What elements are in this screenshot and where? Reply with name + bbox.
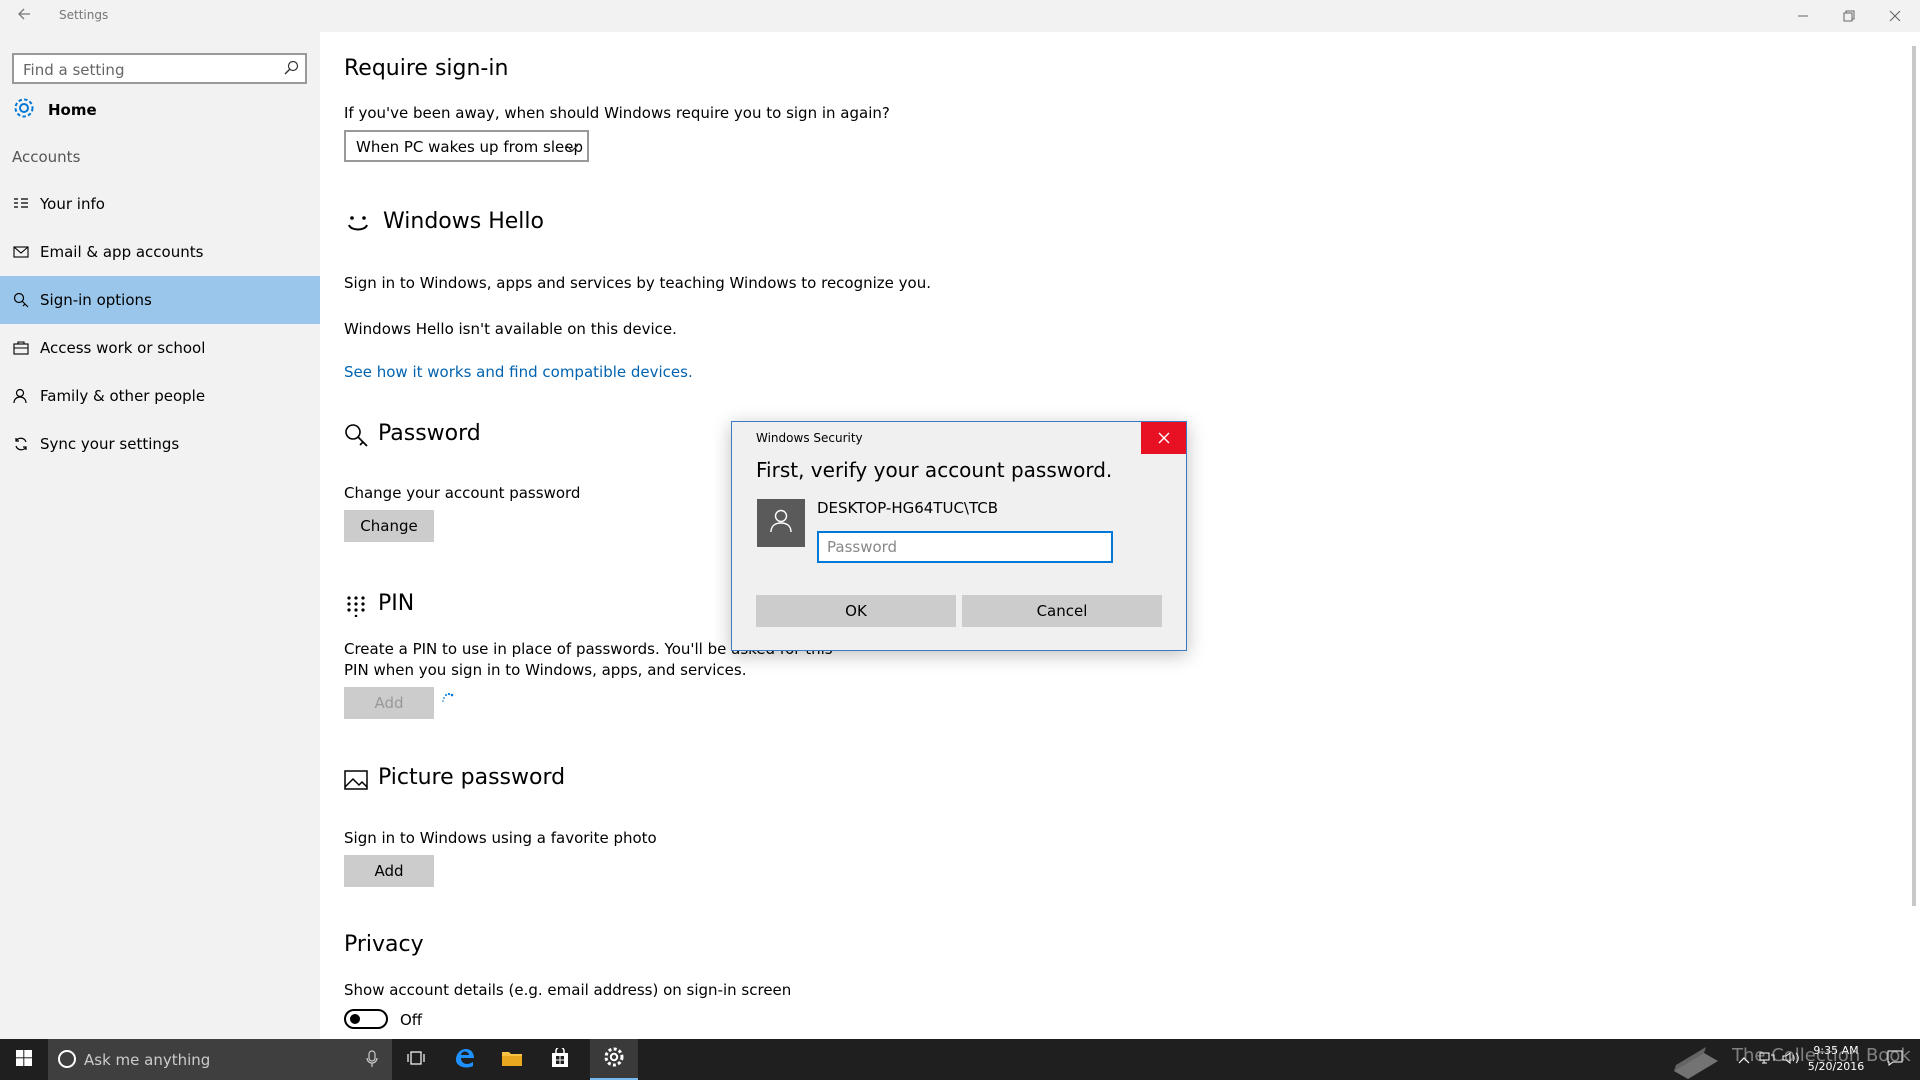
mail-icon bbox=[12, 243, 30, 261]
privacy-toggle-state: Off bbox=[400, 1011, 423, 1029]
watermark-text: The Collection Book bbox=[1732, 1045, 1911, 1066]
windows-hello-unavailable: Windows Hello isn't available on this de… bbox=[344, 320, 677, 338]
taskbar-edge[interactable] bbox=[440, 1039, 488, 1080]
microphone-icon[interactable] bbox=[366, 1050, 378, 1068]
avatar bbox=[757, 499, 805, 547]
taskbar-settings[interactable] bbox=[590, 1039, 638, 1080]
chevron-down-icon bbox=[565, 140, 579, 154]
edge-icon bbox=[453, 1047, 475, 1073]
change-password-button[interactable]: Change bbox=[344, 510, 434, 542]
accounts-group-title: Accounts bbox=[12, 148, 81, 166]
sidebar-item-your-info[interactable]: Your info bbox=[0, 180, 320, 228]
cancel-button[interactable]: Cancel bbox=[962, 595, 1162, 627]
title-bar: Settings bbox=[0, 0, 1920, 32]
sidebar-item-sign-in-options[interactable]: Sign-in options bbox=[0, 276, 320, 324]
keypad-icon bbox=[346, 595, 370, 619]
sidebar-item-family[interactable]: Family & other people bbox=[0, 372, 320, 420]
window-title: Settings bbox=[59, 8, 109, 22]
scrollbar-thumb[interactable] bbox=[1912, 46, 1916, 906]
store-icon bbox=[550, 1045, 570, 1072]
picture-icon bbox=[344, 770, 368, 794]
sidebar-item-label: Access work or school bbox=[40, 339, 206, 357]
sidebar-item-work-school[interactable]: Access work or school bbox=[0, 324, 320, 372]
book-icon bbox=[1670, 1041, 1722, 1080]
windows-hello-desc: Sign in to Windows, apps and services by… bbox=[344, 274, 931, 292]
watermark-overlay: The Collection Book bbox=[1670, 1039, 1911, 1080]
minimize-button[interactable] bbox=[1780, 0, 1826, 32]
key-icon bbox=[344, 423, 368, 447]
privacy-desc: Show account details (e.g. email address… bbox=[344, 981, 792, 999]
password-desc: Change your account password bbox=[344, 484, 581, 502]
person-icon bbox=[12, 387, 30, 405]
taskbar-store[interactable] bbox=[536, 1039, 584, 1080]
pin-title: PIN bbox=[378, 591, 415, 616]
password-title: Password bbox=[378, 421, 481, 446]
sidebar-item-sync[interactable]: Sync your settings bbox=[0, 420, 320, 468]
taskbar: Ask me anything 9:35 AM 5/20/2016 bbox=[0, 1039, 1920, 1080]
gear-icon bbox=[12, 96, 36, 124]
folder-icon bbox=[501, 1049, 523, 1071]
require-signin-question: If you've been away, when should Windows… bbox=[344, 104, 890, 122]
search-icon[interactable] bbox=[283, 60, 299, 76]
smiley-icon bbox=[346, 212, 370, 236]
watermark bbox=[0, 1039, 240, 1080]
dialog-heading: First, verify your account password. bbox=[756, 458, 1113, 482]
sidebar-item-label: Email & app accounts bbox=[40, 243, 204, 261]
picture-password-title: Picture password bbox=[378, 765, 566, 790]
account-name: DESKTOP-HG64TUC\TCB bbox=[817, 499, 999, 517]
key-icon bbox=[12, 291, 30, 309]
loading-spinner-icon bbox=[440, 692, 456, 708]
home-label: Home bbox=[48, 101, 97, 119]
add-pin-button[interactable]: Add bbox=[344, 687, 434, 719]
sidebar-item-label: Sync your settings bbox=[40, 435, 180, 453]
privacy-toggle[interactable] bbox=[344, 1009, 388, 1029]
task-view-button[interactable] bbox=[392, 1039, 440, 1080]
back-arrow-icon[interactable] bbox=[14, 6, 34, 26]
user-icon bbox=[770, 509, 792, 537]
sidebar-item-label: Sign-in options bbox=[40, 291, 152, 309]
pin-desc-line2: PIN when you sign in to Windows, apps, a… bbox=[344, 661, 747, 679]
vertical-scrollbar[interactable] bbox=[1908, 32, 1920, 1039]
add-picture-password-button[interactable]: Add bbox=[344, 855, 434, 887]
gear-icon bbox=[603, 1046, 625, 1072]
windows-hello-title: Windows Hello bbox=[383, 209, 544, 234]
windows-security-dialog: Windows Security First, verify your acco… bbox=[731, 421, 1187, 651]
toggle-knob bbox=[350, 1014, 360, 1024]
sidebar: Find a setting Home Accounts Your info E… bbox=[0, 32, 320, 1039]
find-setting-search-box[interactable]: Find a setting bbox=[12, 53, 307, 84]
require-signin-title: Require sign-in bbox=[344, 56, 509, 81]
contact-info-icon bbox=[12, 195, 30, 213]
privacy-title: Privacy bbox=[344, 932, 424, 957]
sidebar-item-label: Your info bbox=[40, 195, 105, 213]
restore-button[interactable] bbox=[1826, 0, 1872, 32]
close-window-button[interactable] bbox=[1872, 0, 1918, 32]
picture-password-desc: Sign in to Windows using a favorite phot… bbox=[344, 829, 657, 847]
dropdown-value: When PC wakes up from sleep bbox=[356, 138, 583, 156]
briefcase-icon bbox=[12, 339, 30, 357]
sidebar-item-email[interactable]: Email & app accounts bbox=[0, 228, 320, 276]
windows-hello-link[interactable]: See how it works and find compatible dev… bbox=[344, 363, 693, 381]
home-nav-item[interactable]: Home bbox=[12, 97, 97, 123]
sidebar-item-label: Family & other people bbox=[40, 387, 206, 405]
require-signin-dropdown[interactable]: When PC wakes up from sleep bbox=[344, 130, 589, 162]
close-icon bbox=[1158, 429, 1170, 448]
dialog-close-button[interactable] bbox=[1141, 422, 1186, 454]
password-input[interactable] bbox=[817, 531, 1113, 563]
ok-button[interactable]: OK bbox=[756, 595, 956, 627]
search-placeholder: Find a setting bbox=[23, 61, 125, 79]
task-view-icon bbox=[406, 1050, 426, 1070]
dialog-title: Windows Security bbox=[756, 431, 863, 445]
sync-icon bbox=[12, 435, 30, 453]
taskbar-file-explorer[interactable] bbox=[488, 1039, 536, 1080]
